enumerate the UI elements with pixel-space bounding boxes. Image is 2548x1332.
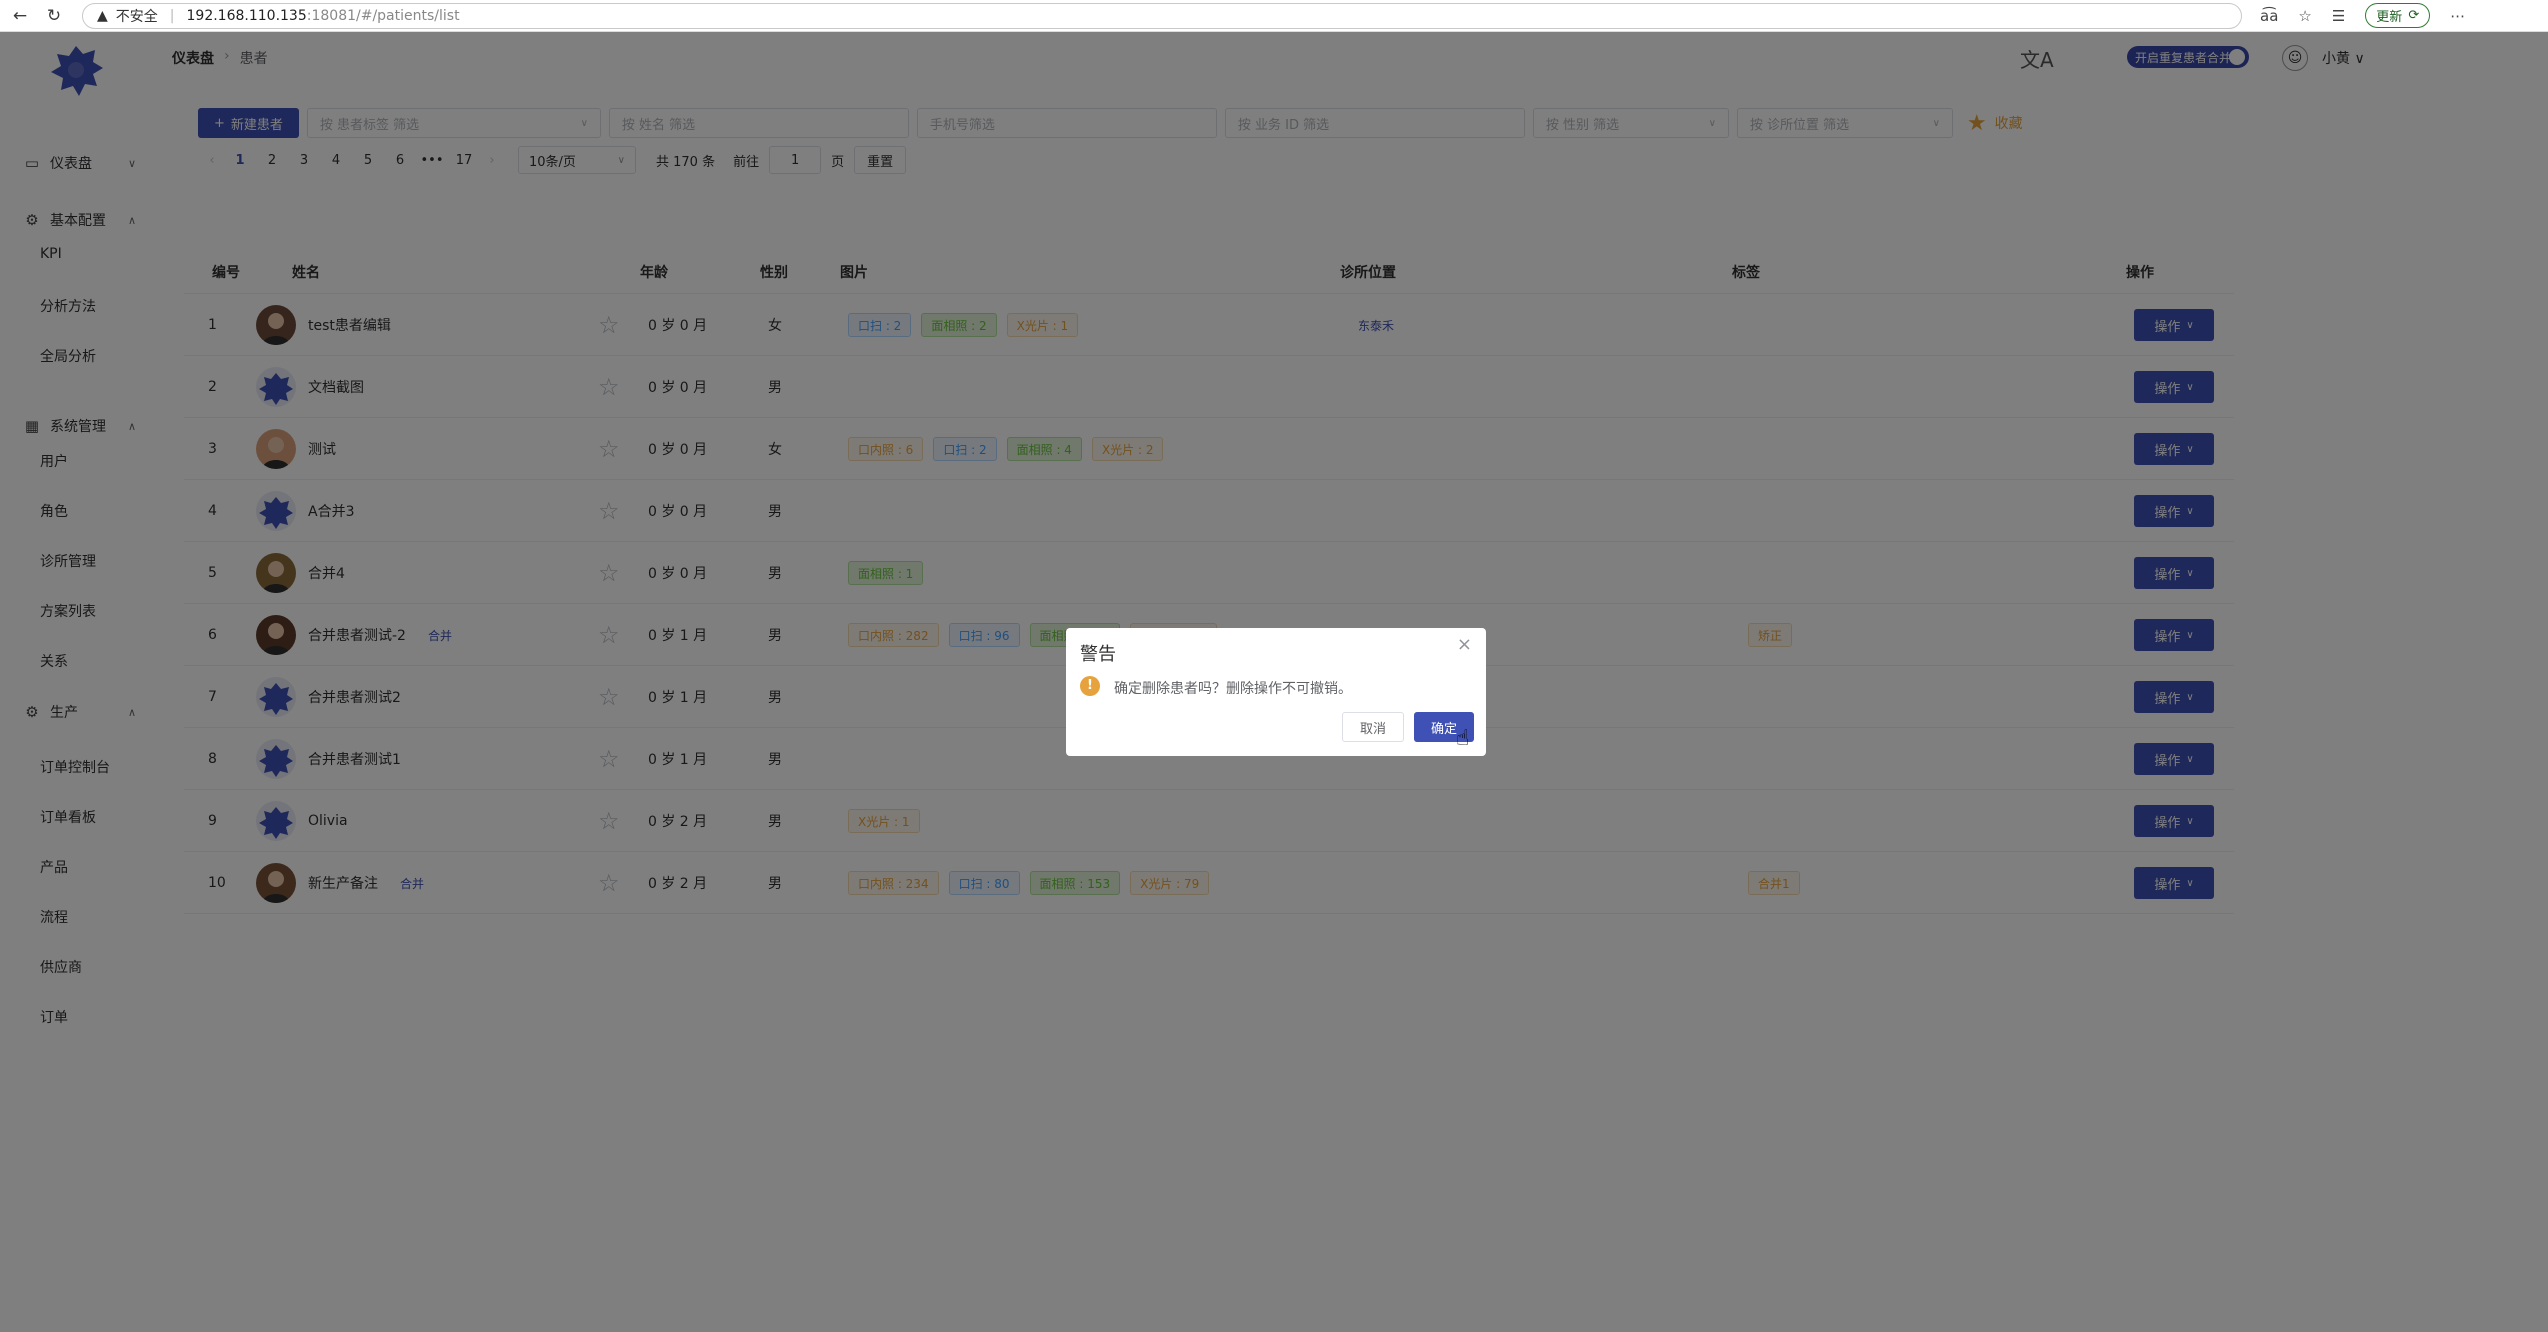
dialog-message: 确定删除患者吗？删除操作不可撤销。 <box>1114 681 1352 697</box>
update-icon: ⟳ <box>2408 8 2420 23</box>
read-aloud-icon[interactable]: a͡a <box>2260 7 2278 25</box>
warning-dialog: 警告 × ! 确定删除患者吗？删除操作不可撤销。 取消 确定 <box>1066 628 1486 756</box>
dialog-title: 警告 <box>1080 644 1116 665</box>
browser-toolbar: ← ↻ ▲ 不安全 | 192.168.110.135 :18081/#/pat… <box>0 0 2548 32</box>
not-secure-label: 不安全 <box>115 8 158 25</box>
warning-icon: ! <box>1080 676 1100 696</box>
pointer-cursor-icon: ☝ <box>1456 726 1470 751</box>
url-path: :18081/#/patients/list <box>306 7 460 24</box>
address-bar[interactable]: ▲ 不安全 | 192.168.110.135 :18081/#/patient… <box>82 2 2242 29</box>
more-icon[interactable]: ⋯ <box>2450 7 2465 25</box>
cancel-button[interactable]: 取消 <box>1342 712 1404 742</box>
collections-icon[interactable]: ☰ <box>2332 7 2345 25</box>
update-button[interactable]: 更新 ⟳ <box>2365 3 2431 28</box>
update-label: 更新 <box>2376 10 2403 25</box>
warning-icon: ▲ <box>97 7 108 24</box>
favorite-star-icon[interactable]: ☆ <box>2298 7 2311 25</box>
url-host: 192.168.110.135 <box>186 7 307 24</box>
reload-icon[interactable]: ↻ <box>40 2 68 30</box>
back-icon[interactable]: ← <box>6 2 34 30</box>
close-icon[interactable]: × <box>1457 634 1472 655</box>
url-separator: | <box>169 7 175 24</box>
